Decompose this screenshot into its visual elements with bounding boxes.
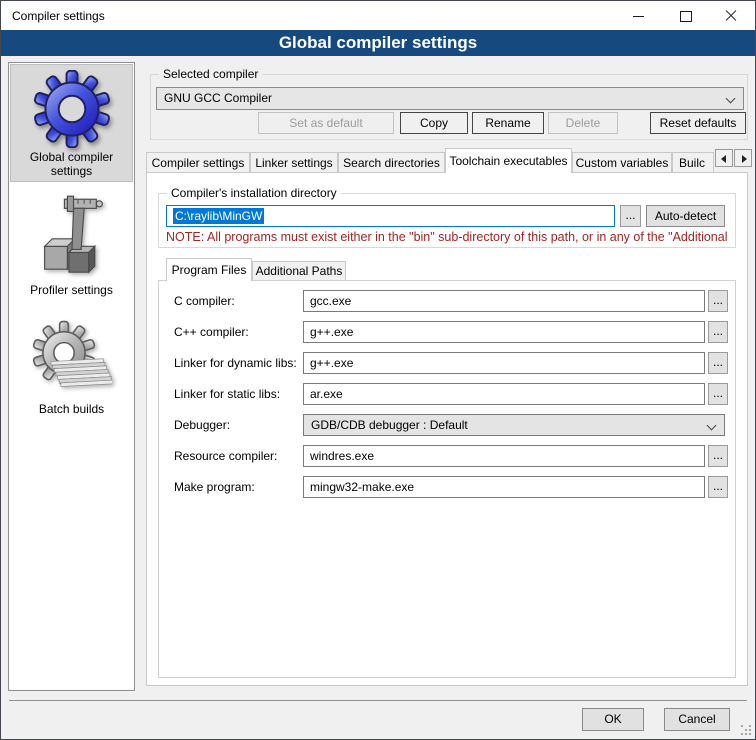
resize-grip-icon[interactable] [740, 724, 754, 738]
selected-compiler-value: GNU GCC Compiler [164, 91, 272, 105]
static-linker-value: ar.exe [310, 387, 343, 401]
sidebar-item-label: Batch builds [10, 400, 133, 416]
chevron-down-icon [726, 94, 736, 104]
tab-toolchain-executables[interactable]: Toolchain executables [445, 148, 572, 173]
resource-compiler-input[interactable]: windres.exe [303, 445, 705, 467]
tab-build-options[interactable]: Builc [672, 152, 714, 172]
dynamic-linker-input[interactable]: g++.exe [303, 352, 705, 374]
maximize-icon[interactable] [662, 1, 708, 30]
installation-directory-value: C:\raylib\MinGW [173, 208, 264, 224]
subtab-program-files[interactable]: Program Files [166, 258, 252, 281]
installation-directory-input[interactable]: C:\raylib\MinGW [166, 205, 615, 227]
make-program-value: mingw32-make.exe [310, 480, 414, 494]
blue-gear-icon [33, 70, 111, 148]
installation-directory-legend: Compiler's installation directory [167, 186, 341, 201]
copy-button[interactable]: Copy [400, 112, 468, 134]
arrow-left-icon [721, 155, 726, 163]
auto-detect-button[interactable]: Auto-detect [646, 205, 725, 227]
tab-compiler-settings[interactable]: Compiler settings [146, 152, 250, 172]
tab-custom-variables[interactable]: Custom variables [572, 152, 672, 172]
installation-note: NOTE: All programs must exist either in … [166, 230, 733, 244]
cpp-compiler-value: g++.exe [310, 325, 353, 339]
c-compiler-label: C compiler: [174, 290, 300, 312]
dynamic-linker-value: g++.exe [310, 356, 353, 370]
make-program-browse-button[interactable]: ... [708, 476, 728, 498]
resource-compiler-value: windres.exe [310, 449, 374, 463]
sidebar-item-label: Profiler settings [10, 281, 133, 297]
compiler-settings-dialog: Compiler settings Global compiler settin… [0, 0, 756, 740]
close-icon[interactable] [708, 1, 755, 30]
c-compiler-input[interactable]: gcc.exe [303, 290, 705, 312]
arrow-right-icon [742, 155, 747, 163]
debugger-dropdown[interactable]: GDB/CDB debugger : Default [303, 414, 725, 436]
make-program-input[interactable]: mingw32-make.exe [303, 476, 705, 498]
footer-divider [9, 700, 747, 701]
static-linker-input[interactable]: ar.exe [303, 383, 705, 405]
static-linker-browse-button[interactable]: ... [708, 383, 728, 405]
dynamic-linker-browse-button[interactable]: ... [708, 352, 728, 374]
tab-scroll-right-button[interactable] [734, 149, 752, 167]
cancel-button[interactable]: Cancel [664, 708, 730, 731]
dynamic-linker-label: Linker for dynamic libs: [174, 352, 300, 374]
sidebar-item-global-compiler-settings[interactable]: Global compiler settings [10, 64, 133, 182]
cpp-compiler-input[interactable]: g++.exe [303, 321, 705, 343]
tab-search-directories[interactable]: Search directories [338, 152, 445, 172]
make-program-label: Make program: [174, 476, 300, 498]
selected-compiler-dropdown[interactable]: GNU GCC Compiler [156, 87, 744, 110]
debugger-label: Debugger: [174, 414, 300, 436]
resource-compiler-browse-button[interactable]: ... [708, 445, 728, 467]
static-linker-label: Linker for static libs: [174, 383, 300, 405]
subtab-additional-paths[interactable]: Additional Paths [252, 261, 346, 280]
c-compiler-browse-button[interactable]: ... [708, 290, 728, 312]
set-as-default-button[interactable]: Set as default [258, 112, 394, 134]
caliper-icon [34, 195, 110, 281]
delete-button[interactable]: Delete [548, 112, 618, 134]
reset-defaults-button[interactable]: Reset defaults [650, 112, 746, 134]
resource-compiler-label: Resource compiler: [174, 445, 300, 467]
minimize-icon[interactable] [616, 1, 662, 30]
page-title: Global compiler settings [1, 30, 755, 56]
tab-scroll-left-button[interactable] [715, 149, 733, 167]
c-compiler-value: gcc.exe [310, 294, 351, 308]
sidebar-item-profiler-settings[interactable]: Profiler settings [10, 195, 133, 300]
selected-compiler-legend: Selected compiler [159, 67, 262, 82]
chevron-down-icon [707, 421, 717, 431]
gray-gear-stack-icon [32, 318, 112, 400]
window-title: Compiler settings [12, 2, 105, 31]
tab-linker-settings[interactable]: Linker settings [250, 152, 338, 172]
debugger-value: GDB/CDB debugger : Default [311, 418, 468, 432]
settings-sidebar: Global compiler settings [8, 62, 135, 691]
ok-button[interactable]: OK [582, 708, 644, 731]
rename-button[interactable]: Rename [472, 112, 544, 134]
installation-directory-browse-button[interactable]: ... [620, 205, 641, 227]
sidebar-item-label: Global compiler settings [11, 148, 132, 178]
cpp-compiler-browse-button[interactable]: ... [708, 321, 728, 343]
cpp-compiler-label: C++ compiler: [174, 321, 300, 343]
sidebar-item-batch-builds[interactable]: Batch builds [10, 318, 133, 428]
